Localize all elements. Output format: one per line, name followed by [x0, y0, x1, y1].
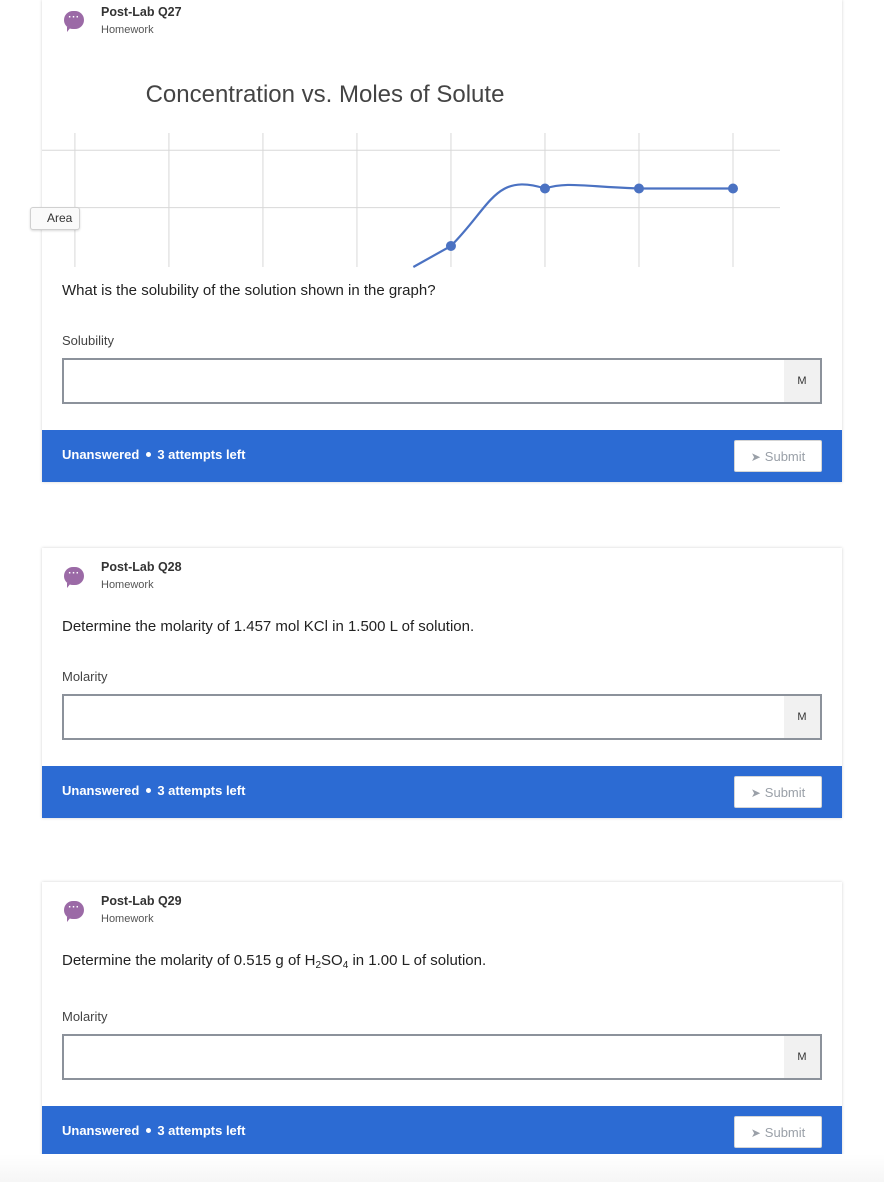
- submit-button[interactable]: ➤ Submit: [734, 776, 822, 808]
- unit-label: M: [784, 1036, 820, 1078]
- paper-plane-icon: ➤: [750, 449, 761, 464]
- field-label: Solubility: [62, 333, 115, 348]
- question-card-q29: ··· Post-Lab Q29 Homework Determine the …: [42, 882, 842, 1158]
- page-bottom-fade: [0, 1154, 884, 1182]
- data-point: [539, 183, 550, 194]
- unit-label: M: [784, 360, 820, 402]
- submit-label: Submit: [764, 448, 806, 464]
- status-text: Unanswered 3 attempts left: [62, 1123, 245, 1138]
- status-text: Unanswered 3 attempts left: [62, 447, 245, 462]
- submit-label: Submit: [764, 1124, 806, 1140]
- question-card-q27: ··· Post-Lab Q27 Homework Concentration …: [42, 0, 842, 482]
- status-bar: Unanswered 3 attempts left ➤ Submit: [42, 430, 842, 482]
- paper-plane-icon: ➤: [750, 785, 761, 800]
- answer-status: Unanswered: [62, 447, 140, 462]
- field-label: Molarity: [62, 1009, 108, 1024]
- attempts-left: 3 attempts left: [157, 447, 246, 462]
- question-card-q28: ··· Post-Lab Q28 Homework Determine the …: [42, 548, 842, 818]
- separator-dot-icon: [146, 788, 152, 794]
- area-tab-label: Area: [47, 211, 73, 225]
- chart-series: [412, 183, 738, 268]
- chart-title: Concentration vs. Moles of Solute: [146, 81, 505, 108]
- status-text: Unanswered 3 attempts left: [62, 783, 245, 798]
- answer-status: Unanswered: [62, 783, 140, 798]
- data-point: [727, 183, 738, 194]
- unit-label: M: [784, 696, 820, 738]
- solubility-input[interactable]: [64, 360, 786, 402]
- card-header: ··· Post-Lab Q29 Homework: [42, 882, 842, 932]
- status-bar: Unanswered 3 attempts left ➤ Submit: [42, 1106, 842, 1158]
- question-category: Homework: [101, 913, 154, 925]
- question-text: Determine the molarity of 1.457 mol KCl …: [62, 618, 475, 635]
- field-label: Molarity: [62, 669, 108, 684]
- question-text: What is the solubility of the solution s…: [62, 282, 436, 299]
- molarity-input[interactable]: [64, 696, 786, 738]
- answer-field: M: [62, 358, 822, 404]
- submit-label: Submit: [764, 784, 806, 800]
- status-bar: Unanswered 3 attempts left ➤ Submit: [42, 766, 842, 818]
- attempts-left: 3 attempts left: [157, 1123, 246, 1138]
- question-title[interactable]: Post-Lab Q28: [101, 560, 182, 574]
- question-text-part: SO: [321, 952, 343, 969]
- submit-button[interactable]: ➤ Submit: [734, 1116, 822, 1148]
- question-text: Determine the molarity of 0.515 g of H2S…: [62, 952, 487, 971]
- comment-bubble-icon[interactable]: ···: [64, 567, 84, 588]
- question-text-part: Determine the molarity of 0.515 g of H: [62, 952, 316, 969]
- submit-button[interactable]: ➤ Submit: [734, 440, 822, 472]
- chart-grid: [42, 133, 780, 267]
- answer-field: M: [62, 694, 822, 740]
- molarity-input[interactable]: [64, 1036, 786, 1078]
- concentration-chart: Concentration vs. Moles of Solute: [42, 81, 780, 268]
- comment-bubble-icon[interactable]: ···: [64, 901, 84, 922]
- question-category: Homework: [101, 579, 154, 591]
- attempts-left: 3 attempts left: [157, 783, 246, 798]
- paper-plane-icon: ➤: [750, 1125, 761, 1140]
- separator-dot-icon: [146, 1128, 152, 1134]
- question-title[interactable]: Post-Lab Q29: [101, 894, 182, 908]
- question-text-part: in 1.00 L of solution.: [348, 952, 487, 969]
- answer-field: M: [62, 1034, 822, 1080]
- separator-dot-icon: [146, 452, 152, 458]
- data-point: [633, 183, 644, 194]
- answer-status: Unanswered: [62, 1123, 140, 1138]
- data-point: [445, 240, 456, 251]
- series-line: [412, 183, 733, 268]
- card-header: ··· Post-Lab Q28 Homework: [42, 548, 842, 598]
- area-tab[interactable]: Area: [30, 207, 80, 230]
